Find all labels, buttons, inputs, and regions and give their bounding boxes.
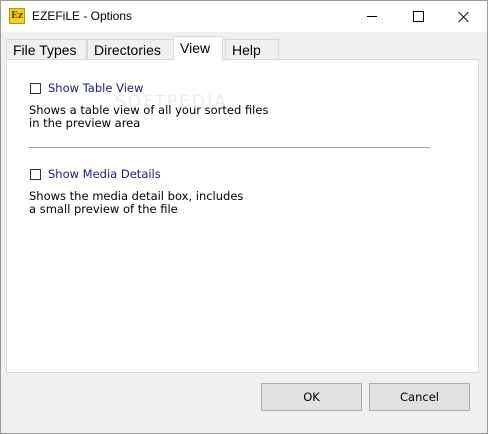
minimize-icon bbox=[367, 16, 377, 17]
description-line: in the preview area bbox=[29, 116, 141, 130]
cancel-button[interactable]: Cancel bbox=[369, 383, 470, 411]
description-line: a small preview of the file bbox=[29, 202, 178, 216]
show-media-details-checkbox[interactable] bbox=[30, 168, 41, 180]
separator bbox=[29, 147, 430, 149]
show-table-view-label[interactable]: Show Table View bbox=[48, 81, 143, 95]
show-media-details-label[interactable]: Show Media Details bbox=[48, 167, 161, 181]
maximize-button[interactable] bbox=[395, 1, 441, 32]
window-title: EZEFiLE - Options bbox=[32, 9, 133, 23]
show-table-view-checkbox[interactable] bbox=[30, 82, 41, 94]
maximize-icon bbox=[412, 11, 424, 22]
show-table-view-description: Shows a table view of all your sorted fi… bbox=[29, 104, 268, 130]
tab-help[interactable]: Help bbox=[225, 39, 279, 59]
tab-directories[interactable]: Directories bbox=[87, 39, 174, 59]
show-media-details-option[interactable]: Show Media Details bbox=[30, 166, 161, 182]
view-tab-panel: SOFTPEDIA Show Table View Shows a table … bbox=[6, 59, 479, 373]
app-icon: Ez bbox=[9, 8, 25, 24]
options-dialog: Ez EZEFiLE - Options File Types Director… bbox=[0, 0, 488, 434]
tab-file-types[interactable]: File Types bbox=[6, 39, 87, 59]
ok-button[interactable]: OK bbox=[261, 383, 362, 411]
close-icon bbox=[458, 11, 470, 23]
show-media-details-description: Shows the media detail box, includes a s… bbox=[29, 190, 243, 216]
tab-view[interactable]: View bbox=[173, 36, 223, 61]
minimize-button[interactable] bbox=[349, 1, 395, 32]
show-table-view-option[interactable]: Show Table View bbox=[30, 80, 143, 96]
title-bar[interactable]: Ez EZEFiLE - Options bbox=[1, 1, 487, 32]
close-button[interactable] bbox=[441, 1, 487, 32]
